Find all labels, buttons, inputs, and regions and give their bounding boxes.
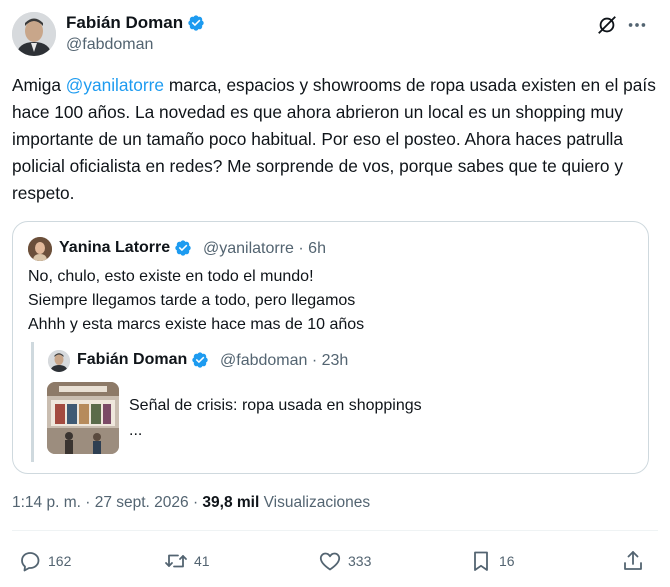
verified-badge-icon xyxy=(188,15,204,31)
quoted-author-meta: @yanilatorre · 6h xyxy=(203,240,326,257)
author-avatar[interactable] xyxy=(12,12,56,56)
tweet-meta: 1:14 p. m. · 27 sept. 2026 · 39,8 mil Vi… xyxy=(12,494,370,512)
quoted-author-name: Yanina Latorre xyxy=(59,239,192,257)
reply-icon xyxy=(21,552,40,572)
like-button[interactable]: 333 xyxy=(318,544,371,578)
nested-tweet-text: Señal de crisis: ropa usada en shoppings xyxy=(129,397,422,414)
divider xyxy=(12,530,658,531)
share-button[interactable] xyxy=(621,544,645,578)
nested-quoted-tweet[interactable]: Fabián Doman @fabdoman · 23h Señal de cr… xyxy=(31,342,611,462)
repost-count: 41 xyxy=(194,553,210,569)
verified-badge-icon xyxy=(192,352,208,368)
quoted-text-line: No, chulo, esto existe en todo el mundo! xyxy=(28,268,314,285)
quoted-author-avatar xyxy=(28,237,52,261)
nested-author-meta: @fabdoman · 23h xyxy=(220,352,349,369)
like-count: 333 xyxy=(348,553,372,569)
verified-badge-icon xyxy=(175,240,191,256)
nested-media-thumbnail[interactable] xyxy=(47,382,119,454)
quoted-author-name-text: Yanina Latorre xyxy=(59,239,171,256)
author-name[interactable]: Fabián Doman xyxy=(66,13,205,33)
bookmark-button[interactable]: 16 xyxy=(469,544,515,578)
nested-tweet-truncation: ... xyxy=(129,422,143,439)
nested-author-avatar xyxy=(48,350,70,372)
grok-icon[interactable] xyxy=(596,14,618,36)
views-label: Visualizaciones xyxy=(259,494,371,511)
tweet-card: Fabián Doman @fabdoman Amiga @yanilatorr… xyxy=(0,0,670,587)
bookmark-icon xyxy=(474,551,488,571)
repost-icon xyxy=(165,554,187,568)
repost-button[interactable]: 41 xyxy=(164,544,210,578)
timestamp[interactable]: 1:14 p. m. · 27 sept. 2026 · xyxy=(12,494,202,511)
author-name-text[interactable]: Fabián Doman xyxy=(66,13,183,33)
action-bar: 162 41 333 16 xyxy=(0,544,670,578)
quoted-text-line: Siempre llegamos tarde a todo, pero lleg… xyxy=(28,292,356,309)
tweet-text-start: Amiga xyxy=(12,75,66,95)
views-count: 39,8 mil xyxy=(202,494,260,511)
quoted-text-line: Ahhh y esta marcs existe hace mas de 10 … xyxy=(28,316,365,333)
share-icon xyxy=(624,551,642,570)
mention-link[interactable]: @yanilatorre xyxy=(66,75,164,95)
author-handle[interactable]: @fabdoman xyxy=(66,36,153,54)
reply-count: 162 xyxy=(48,553,72,569)
heart-icon xyxy=(319,552,341,571)
tweet-text: Amiga @yanilatorre marca, espacios y sho… xyxy=(12,72,660,207)
reply-button[interactable]: 162 xyxy=(18,544,71,578)
quoted-tweet[interactable]: Yanina Latorre @yanilatorre · 6h No, chu… xyxy=(12,221,649,474)
more-options-icon[interactable] xyxy=(625,14,649,36)
bookmark-count: 16 xyxy=(499,553,515,569)
nested-author-name: Fabián Doman xyxy=(77,351,209,369)
nested-author-name-text: Fabián Doman xyxy=(77,351,188,368)
